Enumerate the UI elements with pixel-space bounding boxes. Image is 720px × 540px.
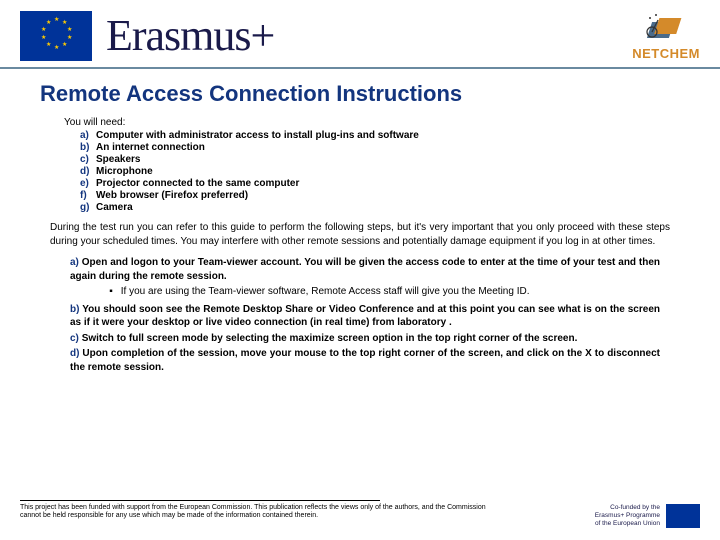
list-item: g)Camera xyxy=(80,202,690,213)
list-item: c)Speakers xyxy=(80,154,690,165)
step-d: d) Upon completion of the session, move … xyxy=(70,347,660,374)
page-header: ★ ★ ★ ★ ★ ★ ★ ★ ★ ★ Erasmus+ NETCHEM xyxy=(0,0,720,69)
eu-flag-icon: ★ ★ ★ ★ ★ ★ ★ ★ ★ ★ xyxy=(20,11,92,61)
page-footer: This project has been funded with suppor… xyxy=(20,500,700,528)
netchem-label: NETCHEM xyxy=(632,46,700,61)
cofund-line: Co-funded by the xyxy=(595,504,660,512)
cofund-line: of the European Union xyxy=(595,520,660,528)
list-item: a)Computer with administrator access to … xyxy=(80,130,690,141)
paragraph-warning: During the test run you can refer to thi… xyxy=(50,221,670,248)
eu-flag-small-icon xyxy=(666,504,700,528)
netchem-logo: NETCHEM xyxy=(632,10,700,61)
needs-list: a)Computer with administrator access to … xyxy=(80,130,690,213)
disclaimer-text: This project has been funded with suppor… xyxy=(20,504,490,521)
step-a: a) Open and logon to your Team-viewer ac… xyxy=(70,256,660,283)
erasmus-logo-text: Erasmus+ xyxy=(106,10,274,61)
list-item: f)Web browser (Firefox preferred) xyxy=(80,190,690,201)
list-item: e)Projector connected to the same comput… xyxy=(80,178,690,189)
step-a-sub: ▪ If you are using the Team-viewer softw… xyxy=(104,285,660,299)
steps-list: a) Open and logon to your Team-viewer ac… xyxy=(70,256,660,374)
netchem-icon xyxy=(642,10,690,44)
page-title: Remote Access Connection Instructions xyxy=(40,81,690,107)
cofund-line: Erasmus+ Programme xyxy=(595,512,660,520)
list-item: b)An internet connection xyxy=(80,142,690,153)
cofunded-badge: Co-funded by the Erasmus+ Programme of t… xyxy=(595,504,700,528)
footer-divider xyxy=(20,500,380,501)
needs-intro: You will need: xyxy=(64,117,690,128)
content-area: Remote Access Connection Instructions Yo… xyxy=(0,69,720,374)
step-b: b) You should soon see the Remote Deskto… xyxy=(70,303,660,330)
step-c: c) Switch to full screen mode by selecti… xyxy=(70,332,660,346)
list-item: d)Microphone xyxy=(80,166,690,177)
